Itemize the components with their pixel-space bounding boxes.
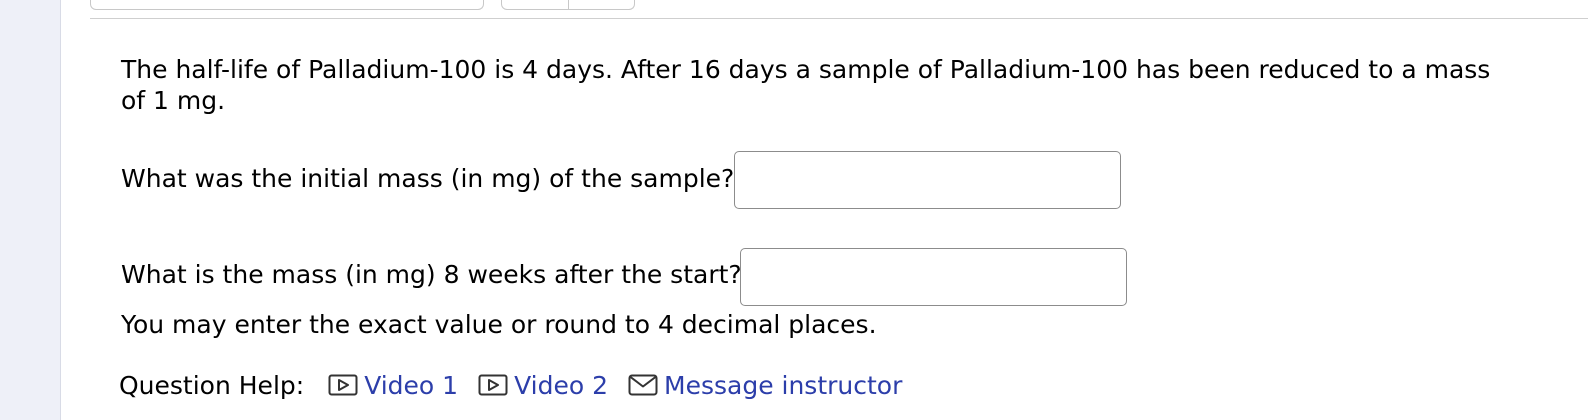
question-1-label: What was the initial mass (in mg) of the… <box>121 164 735 193</box>
question-help-label: Question Help: <box>119 370 305 400</box>
video-2-link[interactable]: Video 2 <box>478 371 608 400</box>
initial-mass-input[interactable] <box>734 151 1121 209</box>
video-1-link[interactable]: Video 1 <box>328 371 458 400</box>
message-instructor-link[interactable]: Message instructor <box>628 371 902 400</box>
button-divider <box>568 0 569 9</box>
top-input-field[interactable] <box>90 0 484 10</box>
video-1-label: Video 1 <box>364 370 459 400</box>
mass-8-weeks-input[interactable] <box>740 248 1127 306</box>
question-help: Question Help: Video 1 Video 2 Message i… <box>119 368 922 402</box>
question-2-label: What is the mass (in mg) 8 weeks after t… <box>121 260 742 289</box>
message-instructor-label: Message instructor <box>664 370 903 400</box>
video-play-icon <box>328 374 358 396</box>
rounding-instruction: You may enter the exact value or round t… <box>121 310 877 339</box>
envelope-icon <box>628 374 658 396</box>
video-play-icon <box>478 374 508 396</box>
separator <box>90 18 1588 19</box>
left-rail <box>0 0 61 420</box>
video-2-label: Video 2 <box>514 370 608 400</box>
problem-statement: The half-life of Palladium-100 is 4 days… <box>121 55 1491 115</box>
top-button-group[interactable] <box>501 0 635 10</box>
